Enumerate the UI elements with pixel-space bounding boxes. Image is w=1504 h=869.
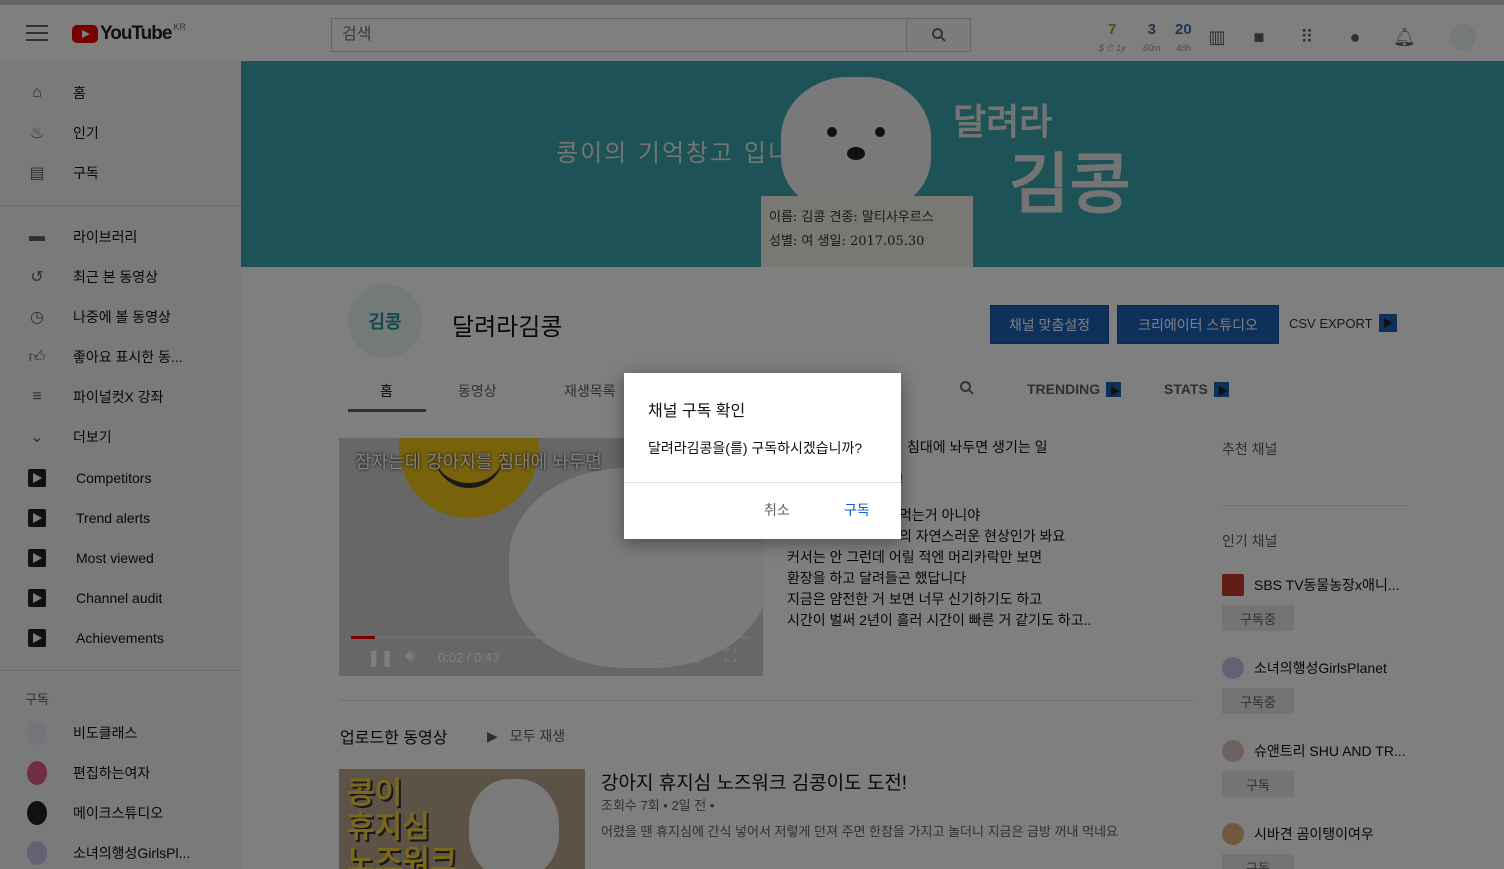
subscribe-confirm-dialog: 채널 구독 확인 달려라김콩을(를) 구독하시겠습니까? 취소 구독 (624, 373, 901, 539)
cancel-button[interactable]: 취소 (764, 500, 790, 520)
dialog-divider (624, 482, 901, 483)
dialog-title: 채널 구독 확인 (648, 403, 746, 420)
dialog-message: 달려라김콩을(를) 구독하시겠습니까? (648, 440, 863, 456)
confirm-subscribe-button[interactable]: 구독 (844, 500, 870, 520)
